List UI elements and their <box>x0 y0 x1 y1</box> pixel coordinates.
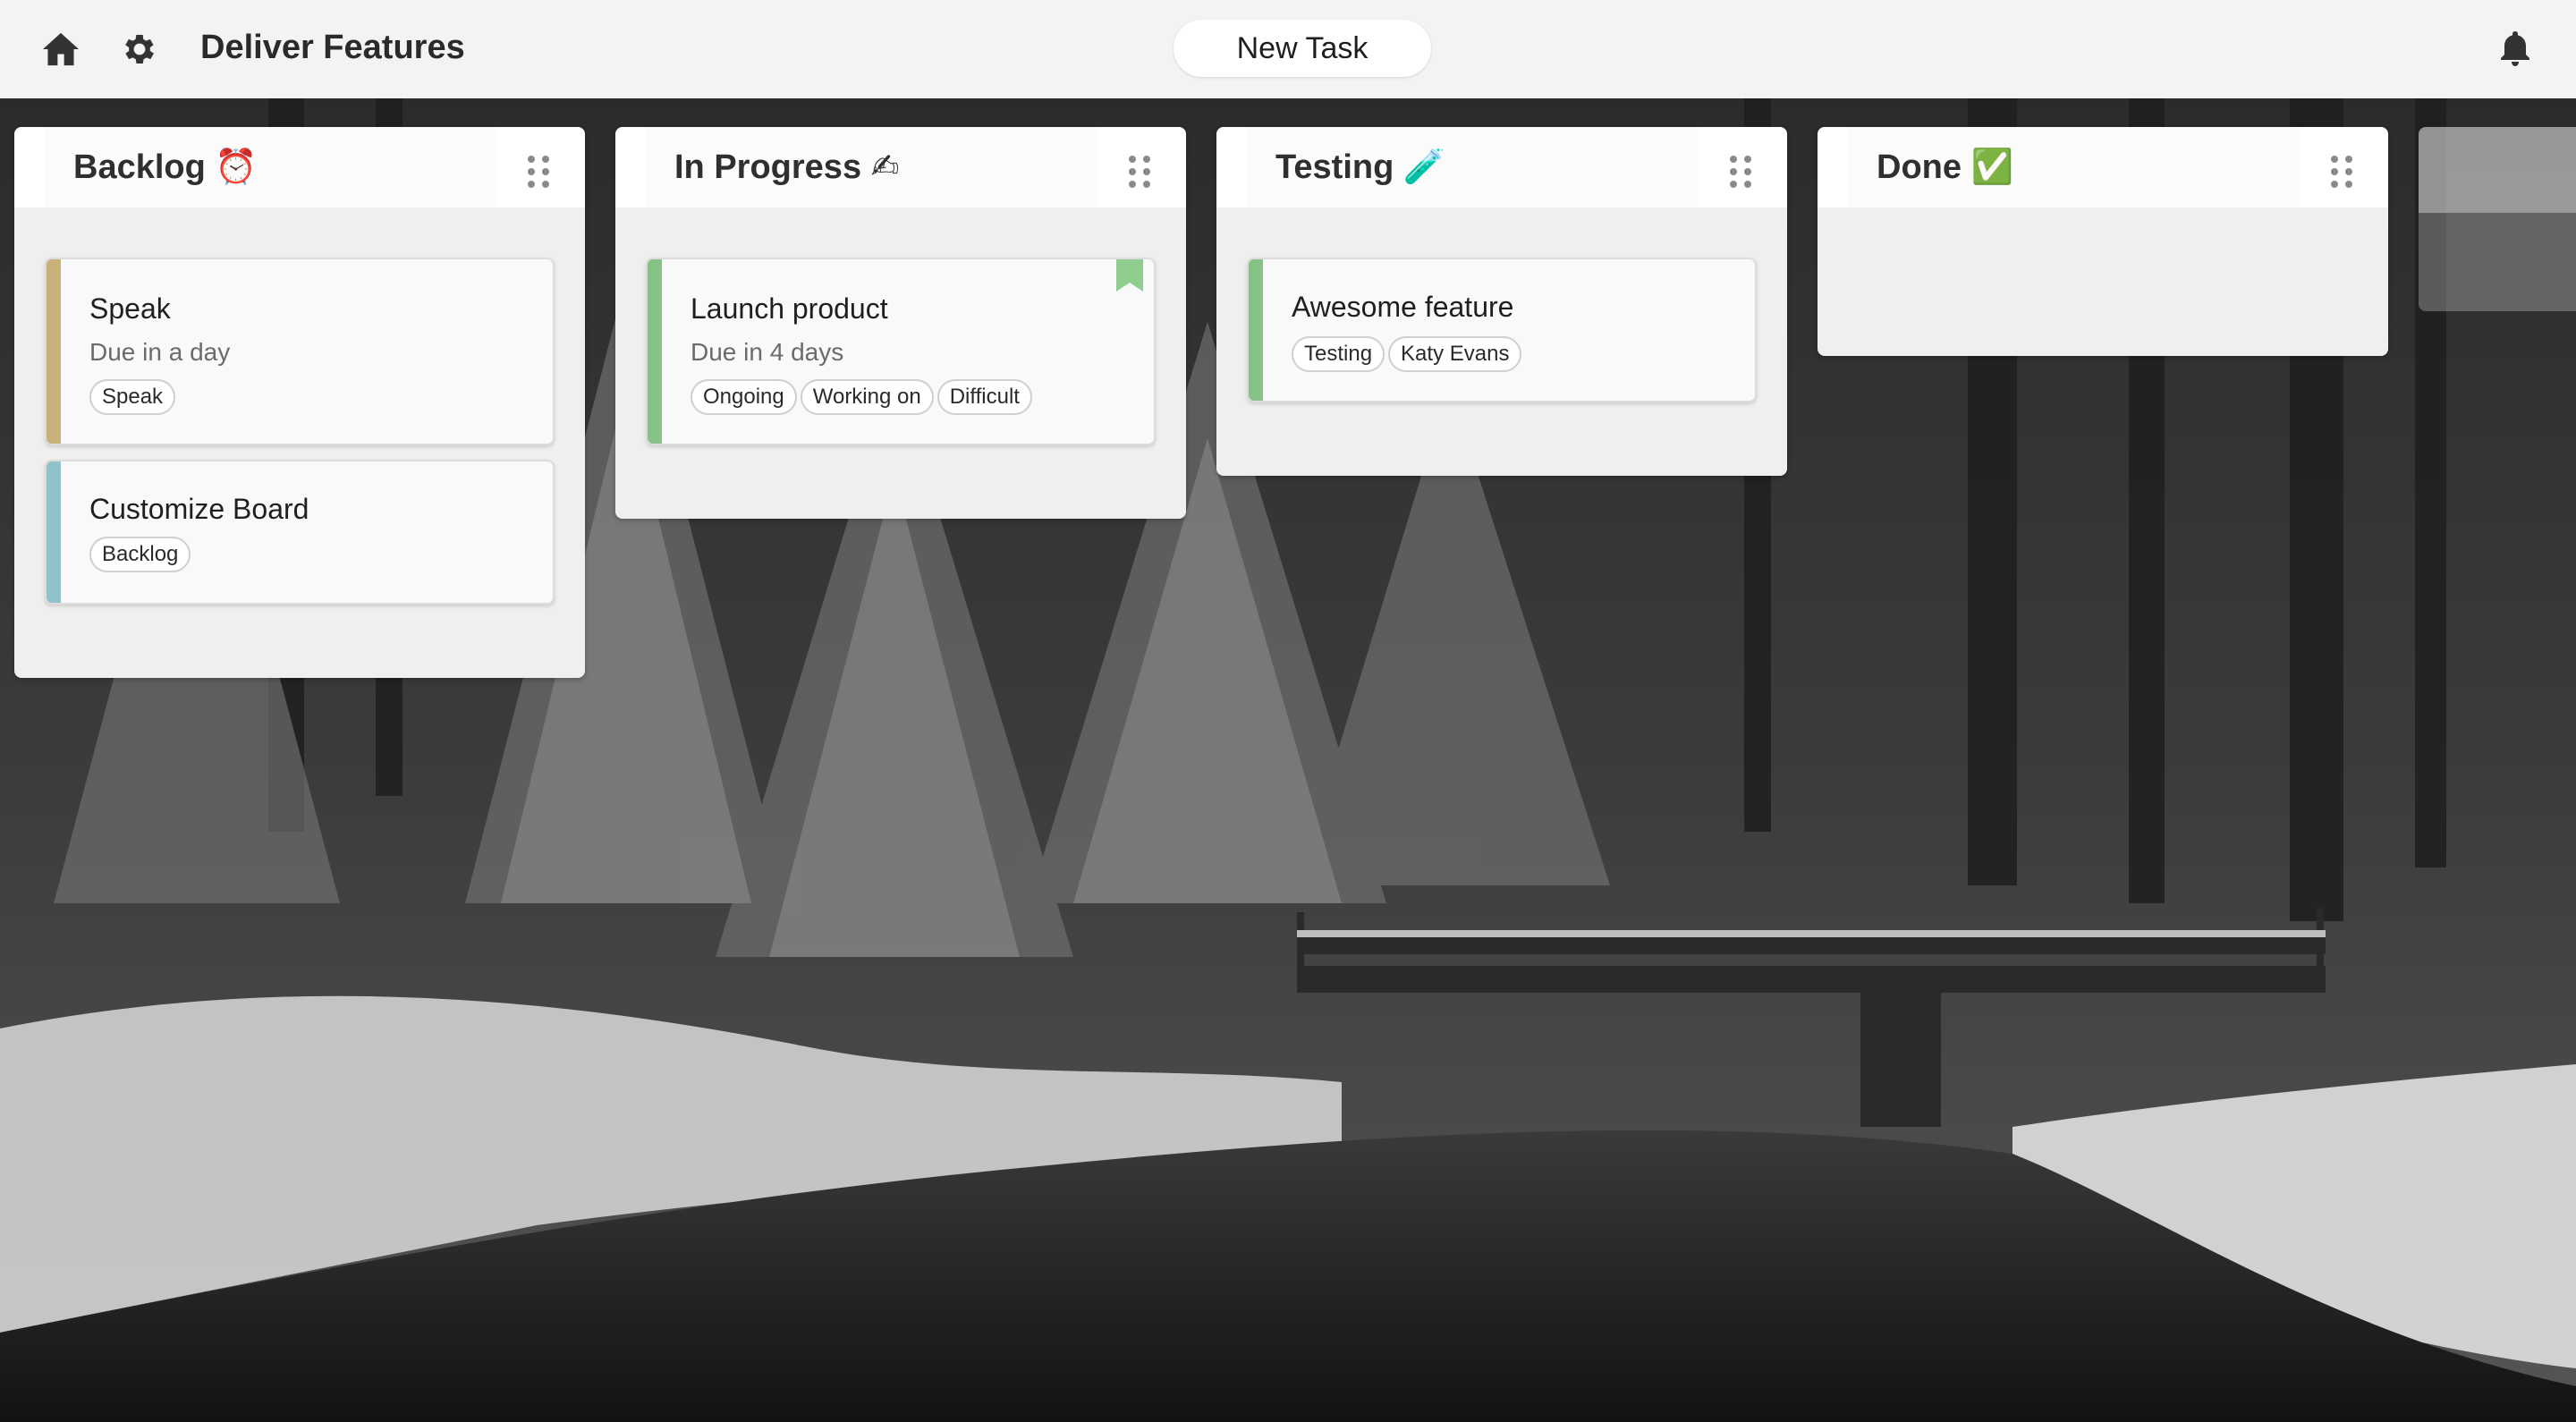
tag[interactable]: Ongoing <box>691 379 797 415</box>
card-accent-stripe <box>47 259 61 444</box>
column-in-progress: In Progress ✍ Launch product Due in 4 da… <box>615 127 1186 519</box>
drag-handle-icon[interactable] <box>2324 154 2360 190</box>
task-card[interactable]: Customize Board Backlog <box>45 460 555 605</box>
column-header: In Progress ✍ <box>615 127 1186 207</box>
card-tags: Testing Katy Evans <box>1292 336 1522 372</box>
new-task-button[interactable]: New Task <box>1174 20 1431 77</box>
card-tags: Backlog <box>89 537 191 572</box>
column-header: Testing 🧪 <box>1216 127 1787 207</box>
card-title: Awesome feature <box>1292 291 1514 323</box>
column-title: Backlog ⏰ <box>73 148 258 186</box>
column-done: Done ✅ <box>1818 127 2388 356</box>
placeholder-header <box>2419 127 2576 213</box>
home-button[interactable] <box>38 27 83 72</box>
tag[interactable]: Testing <box>1292 336 1385 372</box>
column-backlog: Backlog ⏰ Speak Due in a day Speak Custo… <box>14 127 585 678</box>
task-card[interactable]: Launch product Due in 4 days Ongoing Wor… <box>646 258 1156 445</box>
board-title: Deliver Features <box>200 29 465 66</box>
notifications-button[interactable] <box>2493 27 2538 72</box>
column-header: Backlog ⏰ <box>14 127 585 207</box>
column-title: In Progress ✍ <box>674 148 900 186</box>
bell-icon <box>2501 31 2529 66</box>
column-testing: Testing 🧪 Awesome feature Testing Katy E… <box>1216 127 1787 476</box>
home-icon <box>43 32 79 66</box>
bookmark-icon[interactable] <box>1116 259 1143 292</box>
card-due-date: Due in 4 days <box>691 338 844 366</box>
column-title: Testing 🧪 <box>1275 148 1446 186</box>
card-accent-stripe <box>47 461 61 603</box>
card-accent-stripe <box>1249 259 1263 401</box>
top-bar: Deliver Features New Task <box>0 0 2576 98</box>
card-title: Customize Board <box>89 493 309 525</box>
card-tags: Ongoing Working on Difficult <box>691 379 1032 415</box>
column-header: Done ✅ <box>1818 127 2388 207</box>
add-column-placeholder[interactable] <box>2419 127 2576 311</box>
column-title: Done ✅ <box>1877 148 2013 186</box>
card-accent-stripe <box>648 259 662 444</box>
card-title: Launch product <box>691 292 888 325</box>
card-tags: Speak <box>89 379 176 415</box>
settings-button[interactable] <box>117 27 162 72</box>
card-title: Speak <box>89 292 171 325</box>
drag-handle-icon[interactable] <box>521 154 556 190</box>
gear-icon <box>125 35 154 63</box>
task-card[interactable]: Awesome feature Testing Katy Evans <box>1247 258 1757 402</box>
tag[interactable]: Difficult <box>936 379 1032 415</box>
tag[interactable]: Speak <box>89 379 176 415</box>
tag[interactable]: Katy Evans <box>1388 336 1522 372</box>
tag[interactable]: Backlog <box>89 537 191 572</box>
task-card[interactable]: Speak Due in a day Speak <box>45 258 555 445</box>
drag-handle-icon[interactable] <box>1723 154 1758 190</box>
tag[interactable]: Working on <box>800 379 934 415</box>
card-due-date: Due in a day <box>89 338 231 366</box>
drag-handle-icon[interactable] <box>1122 154 1157 190</box>
